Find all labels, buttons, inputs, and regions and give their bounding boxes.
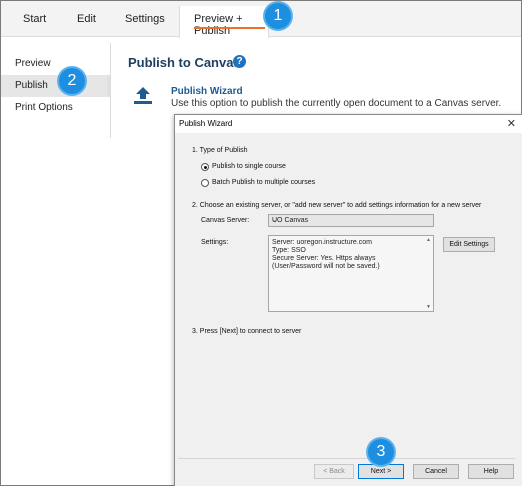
dialog-title: Publish Wizard xyxy=(179,119,233,128)
chevron-down-icon: ⌄ xyxy=(272,217,278,224)
help-button[interactable]: Help xyxy=(468,464,514,479)
dialog-divider xyxy=(178,458,515,459)
tab-edit[interactable]: Edit xyxy=(77,13,96,25)
active-tab-indicator xyxy=(194,27,265,29)
cancel-button[interactable]: Cancel xyxy=(413,464,459,479)
canvas-server-select[interactable]: UO Canvas ⌄ xyxy=(268,214,434,227)
tab-preview-publish-label: Preview + Publish xyxy=(194,13,243,37)
radio-single-course-label[interactable]: Publish to single course xyxy=(212,163,286,170)
back-button[interactable]: < Back xyxy=(314,464,354,479)
tab-start[interactable]: Start xyxy=(23,13,46,25)
close-icon[interactable]: ✕ xyxy=(507,117,516,130)
settings-textbox[interactable]: Server: uoregon.instructure.com Type: SS… xyxy=(268,235,434,312)
step-2-label: 2. Choose an existing server, or "add ne… xyxy=(192,202,482,209)
tab-settings[interactable]: Settings xyxy=(125,13,165,25)
radio-batch-publish[interactable] xyxy=(201,179,209,187)
top-tab-bar: Start Edit Settings Preview + Publish xyxy=(1,1,521,38)
settings-line: (User/Password will not be saved.) xyxy=(272,263,380,270)
step-1-label: 1. Type of Publish xyxy=(192,147,248,154)
settings-line: Type: SSO xyxy=(272,247,306,254)
next-button[interactable]: Next > xyxy=(358,464,404,479)
page-title: Publish to Canvas xyxy=(128,55,241,70)
radio-single-course[interactable] xyxy=(201,163,209,171)
step-3-label: 3. Press [Next] to connect to server xyxy=(192,328,302,335)
dialog-titlebar[interactable]: Publish Wizard ✕ xyxy=(175,115,522,133)
nav-item-print-options[interactable]: Print Options xyxy=(1,97,110,119)
step-badge-2: 2 xyxy=(59,68,85,94)
settings-line: Server: uoregon.instructure.com xyxy=(272,239,372,246)
tab-preview-publish[interactable]: Preview + Publish xyxy=(179,6,269,38)
scroll-down-icon[interactable]: ▼ xyxy=(426,304,431,310)
settings-line: Secure Server: Yes. Https always xyxy=(272,255,376,262)
publish-wizard-link[interactable]: Publish Wizard xyxy=(171,86,243,97)
nav-divider xyxy=(110,43,111,138)
scroll-up-icon[interactable]: ▲ xyxy=(426,237,431,243)
edit-settings-button[interactable]: Edit Settings xyxy=(443,237,495,252)
nav-item-publish[interactable]: Publish xyxy=(1,75,110,97)
radio-batch-publish-label[interactable]: Batch Publish to multiple courses xyxy=(212,179,315,186)
canvas-server-label: Canvas Server: xyxy=(201,217,250,224)
publish-wizard-description: Use this option to publish the currently… xyxy=(171,98,502,109)
nav-item-preview[interactable]: Preview xyxy=(1,53,110,75)
step-badge-3: 3 xyxy=(368,439,394,465)
left-nav: Preview Publish Print Options xyxy=(1,38,111,138)
help-icon[interactable]: ? xyxy=(233,55,246,68)
settings-label: Settings: xyxy=(201,239,229,246)
upload-icon[interactable] xyxy=(132,86,154,106)
step-badge-1: 1 xyxy=(265,3,291,29)
